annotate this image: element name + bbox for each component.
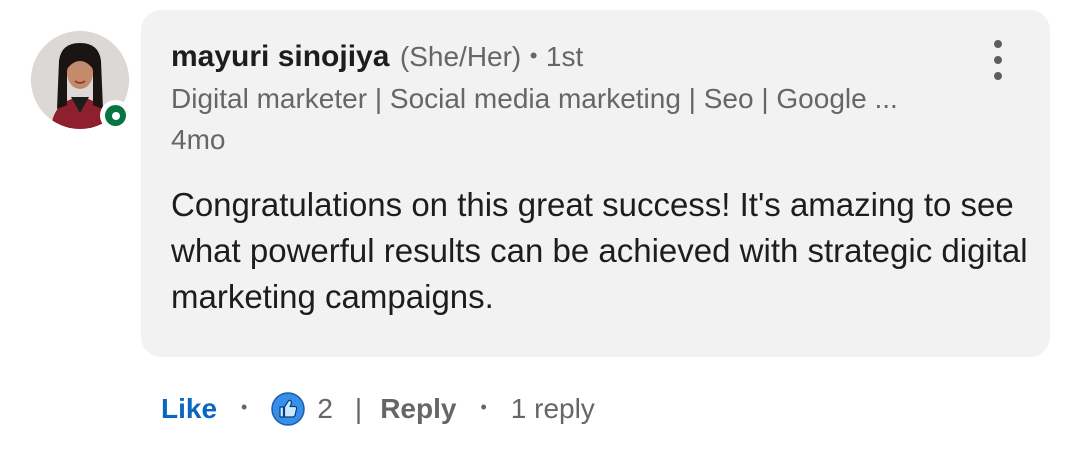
comment-text: Congratulations on this great success! I… <box>171 186 1028 315</box>
online-dot-icon <box>105 105 126 126</box>
more-dot-icon <box>994 40 1002 48</box>
connection-degree: 1st <box>545 41 584 72</box>
author-name[interactable]: mayuri sinojiya <box>171 40 389 73</box>
more-dot-icon <box>994 72 1002 80</box>
action-divider: | <box>354 393 363 424</box>
reply-button[interactable]: Reply <box>380 393 456 425</box>
degree-separator: • <box>529 43 538 68</box>
author-headline: Digital marketer | Social media marketin… <box>171 83 898 114</box>
reply-count-link[interactable]: 1 reply <box>511 393 595 425</box>
action-separator: • <box>241 396 248 417</box>
action-separator: • <box>480 396 487 417</box>
more-options-button[interactable] <box>983 40 1013 80</box>
like-reaction-icon[interactable] <box>271 392 306 426</box>
comment-timestamp: 4mo <box>171 124 226 155</box>
author-pronouns: (She/Her) <box>399 41 522 72</box>
like-button[interactable]: Like <box>161 393 217 425</box>
more-dot-icon <box>994 56 1002 64</box>
comment-actions: Like • 2 | Reply • 1 reply <box>161 388 595 430</box>
reaction-count[interactable]: 2 <box>317 393 333 425</box>
comment-bubble: mayuri sinojiya (She/Her) • 1st Digital … <box>141 10 1050 357</box>
author-line: mayuri sinojiya (She/Her) • 1st <box>171 39 583 80</box>
online-status-indicator <box>100 100 131 131</box>
